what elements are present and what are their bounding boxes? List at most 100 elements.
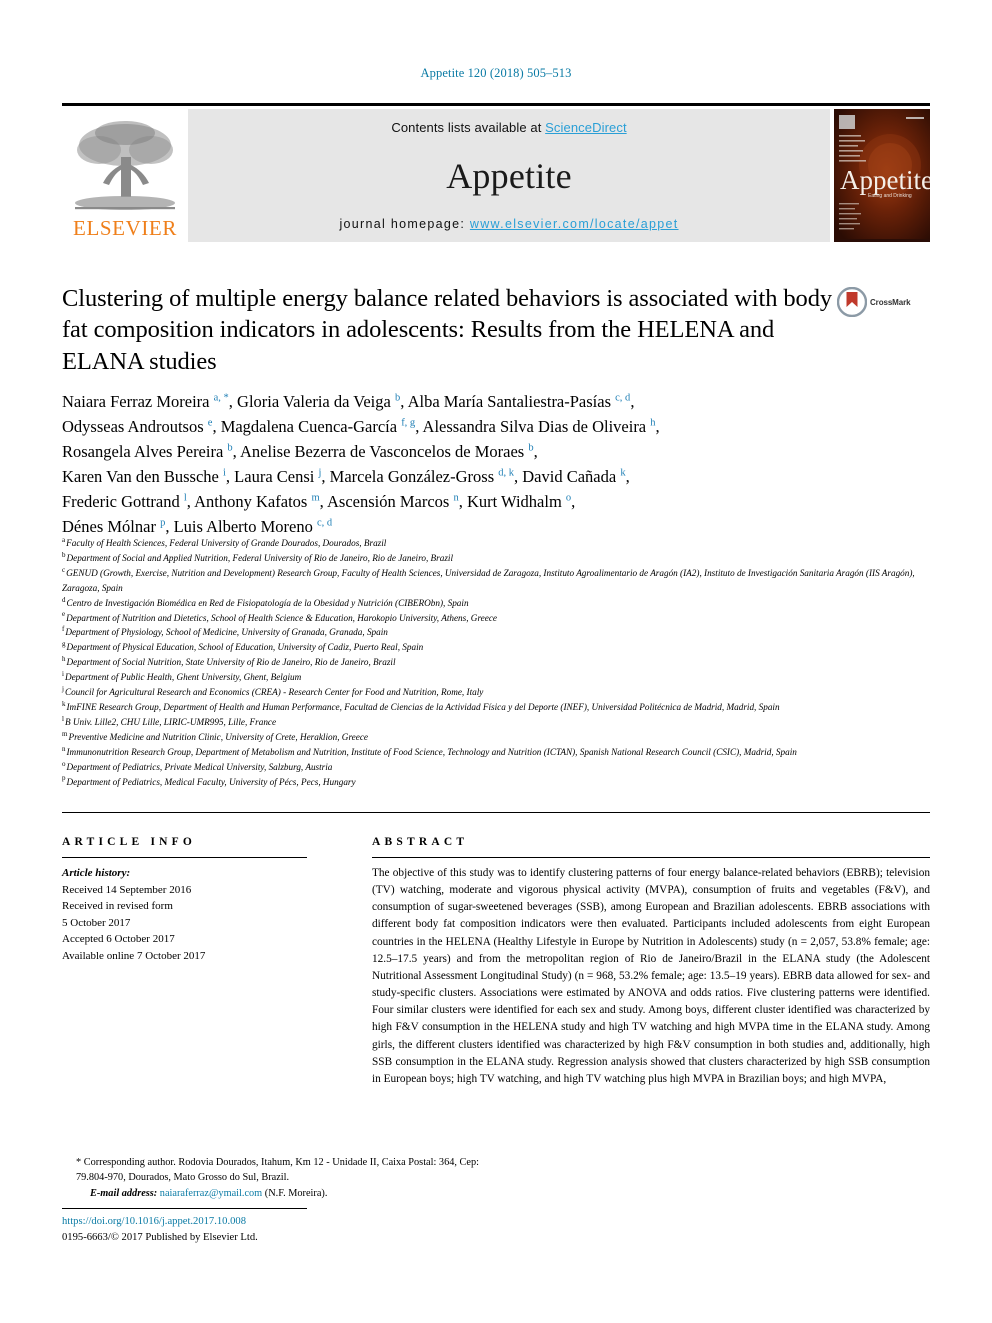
author-name[interactable]: Alessandra Silva Dias de Oliveira (423, 417, 651, 436)
abstract-heading: ABSTRACT (372, 836, 469, 848)
journal-banner: ELSEVIER Contents lists available at Sci… (62, 103, 930, 242)
elsevier-wordmark: ELSEVIER (73, 216, 177, 240)
affiliation-text: GENUD (Growth, Exercise, Nutrition and D… (62, 567, 915, 593)
author-separator: , (625, 467, 630, 487)
affiliation-item: jCouncil for Agricultural Research and E… (62, 685, 930, 700)
affiliation-text: B Univ. Lille2, CHU Lille, LIRIC-UMR995,… (64, 716, 277, 727)
author-separator: , (225, 467, 235, 487)
affiliation-item: lB Univ. Lille2, CHU Lille, LIRIC-UMR995… (62, 715, 930, 730)
author-name[interactable]: Frederic Gottrand (62, 492, 184, 511)
author-affiliation-marker[interactable]: m (311, 493, 319, 504)
affiliation-marker: e (62, 610, 66, 619)
section-divider (62, 812, 930, 813)
author-separator: , (630, 392, 635, 411)
author-affiliation-marker[interactable]: d, k (498, 468, 514, 479)
affiliation-text: Department of Physical Education, School… (66, 642, 424, 653)
author-affiliation-marker[interactable]: c, d (317, 518, 332, 529)
affiliation-item: oDepartment of Pediatrics, Private Medic… (62, 760, 930, 775)
author-name[interactable]: Rosangela Alves Pereira (62, 442, 227, 461)
author-separator: , (232, 442, 241, 462)
author-name[interactable]: Alba María Santaliestra-Pasías (408, 392, 616, 411)
journal-banner-center: Contents lists available at ScienceDirec… (188, 109, 830, 242)
affiliation-text: Department of Physiology, School of Medi… (65, 627, 388, 638)
affiliation-text: ImFINE Research Group, Department of Hea… (66, 701, 780, 712)
affiliation-item: iDepartment of Public Health, Ghent Univ… (62, 670, 930, 685)
affiliation-marker: g (62, 640, 66, 649)
author-name[interactable]: Magdalena Cuenca-García (221, 417, 402, 436)
author-separator: , (212, 417, 221, 437)
affiliation-text: Department of Social Nutrition, State Un… (66, 657, 396, 668)
author-name[interactable]: Laura Censi (234, 467, 318, 486)
author-separator: , (533, 442, 538, 462)
article-info-rule (62, 857, 307, 858)
running-head: Appetite 120 (2018) 505–513 (420, 66, 572, 80)
affiliation-item: dCentro de Investigación Biomédica en Re… (62, 596, 930, 611)
affiliation-marker: p (62, 774, 66, 783)
crossmark-badge[interactable]: CrossMark (837, 287, 929, 317)
author-name[interactable]: Gloria Valeria da Veiga (237, 392, 395, 411)
affiliation-marker: m (62, 729, 68, 738)
author-name[interactable]: Marcela González-Gross (330, 467, 499, 486)
sciencedirect-link[interactable]: ScienceDirect (545, 120, 627, 135)
affiliation-text: Department of Pediatrics, Private Medica… (66, 761, 333, 772)
author-affiliation-marker[interactable]: a, * (214, 393, 229, 404)
email-address-link[interactable]: naiaraferraz@ymail.com (160, 1188, 262, 1199)
author-line: Rosangela Alves Pereira b, Anelise Bezer… (62, 439, 892, 464)
affiliation-marker: f (62, 625, 65, 634)
affiliation-text: Department of Social and Applied Nutriti… (66, 552, 454, 563)
affiliation-marker: n (62, 744, 66, 753)
author-name[interactable]: Luis Alberto Moreno (174, 517, 317, 536)
author-name[interactable]: Karen Van den Bussche (62, 467, 223, 486)
article-history-line: Available online 7 October 2017 (62, 949, 206, 962)
author-line: Frederic Gottrand l, Anthony Kafatos m, … (62, 489, 892, 514)
author-affiliation-marker[interactable]: f, g (401, 418, 415, 429)
author-name[interactable]: Naiara Ferraz Moreira (62, 392, 214, 411)
affiliation-marker: a (62, 535, 66, 544)
affiliation-marker: j (62, 685, 64, 693)
footnote-star-marker: * (76, 1157, 82, 1168)
affiliation-item: kImFINE Research Group, Department of He… (62, 700, 930, 715)
author-name[interactable]: Kurt Widhalm (467, 492, 566, 511)
article-history-line: Received 14 September 2016 (62, 883, 192, 896)
elsevier-logo[interactable]: ELSEVIER (62, 109, 188, 242)
affiliation-text: Department of Nutrition and Dietetics, S… (66, 612, 497, 623)
affiliation-item: hDepartment of Social Nutrition, State U… (62, 655, 930, 670)
affiliation-item: fDepartment of Physiology, School of Med… (62, 625, 930, 640)
article-history-line: Received in revised form (62, 900, 173, 912)
journal-homepage-link[interactable]: www.elsevier.com/locate/appet (470, 217, 679, 231)
homepage-prefix: journal homepage: (339, 217, 470, 231)
corresponding-author-text: Corresponding author. Rodovia Dourados, … (76, 1157, 479, 1184)
journal-cover-thumbnail[interactable]: Appetite Eating and Drinking (834, 109, 930, 242)
author-affiliation-marker[interactable]: c, d (615, 393, 630, 404)
affiliation-item: pDepartment of Pediatrics, Medical Facul… (62, 775, 930, 790)
author-separator: , (165, 517, 174, 537)
author-separator: , (458, 492, 467, 512)
corresponding-author-line: * Corresponding author. Rodovia Dourados… (62, 1155, 492, 1186)
author-name[interactable]: Anelise Bezerra de Vasconcelos de Moraes (240, 442, 528, 461)
affiliation-text: Immunonutrition Research Group, Departme… (66, 746, 797, 757)
svg-text:Appetite: Appetite (840, 165, 930, 195)
page-footer: https://doi.org/10.1016/j.appet.2017.10.… (62, 1214, 562, 1247)
affiliation-item: nImmunonutrition Research Group, Departm… (62, 745, 930, 760)
author-name[interactable]: Ascensión Marcos (327, 492, 453, 511)
author-separator: , (514, 467, 523, 487)
author-line: Karen Van den Bussche i, Laura Censi j, … (62, 464, 892, 489)
affiliation-item: gDepartment of Physical Education, Schoo… (62, 640, 930, 655)
abstract-text: The objective of this study was to ident… (372, 867, 930, 1085)
author-name[interactable]: Anthony Kafatos (194, 492, 311, 511)
article-history-line: 5 October 2017 (62, 916, 131, 929)
doi-link[interactable]: https://doi.org/10.1016/j.appet.2017.10.… (62, 1216, 246, 1227)
affiliation-marker: c (62, 565, 66, 574)
affiliation-item: aFaculty of Health Sciences, Federal Uni… (62, 536, 930, 551)
article-info-heading: ARTICLE INFO (62, 836, 197, 848)
author-name[interactable]: Dénes Mólnar (62, 517, 160, 536)
contents-lists-line: Contents lists available at ScienceDirec… (391, 120, 626, 135)
author-separator: , (321, 467, 330, 487)
email-line: E-mail address: naiaraferraz@ymail.com (… (62, 1186, 492, 1201)
affiliation-marker: h (62, 655, 66, 664)
author-name[interactable]: David Cañada (522, 467, 620, 486)
author-separator: , (655, 417, 660, 437)
affiliation-list: aFaculty of Health Sciences, Federal Uni… (62, 536, 930, 789)
author-name[interactable]: Odysseas Androutsos (62, 417, 208, 436)
article-history-lines: Received 14 September 2016 Received in re… (62, 882, 307, 965)
